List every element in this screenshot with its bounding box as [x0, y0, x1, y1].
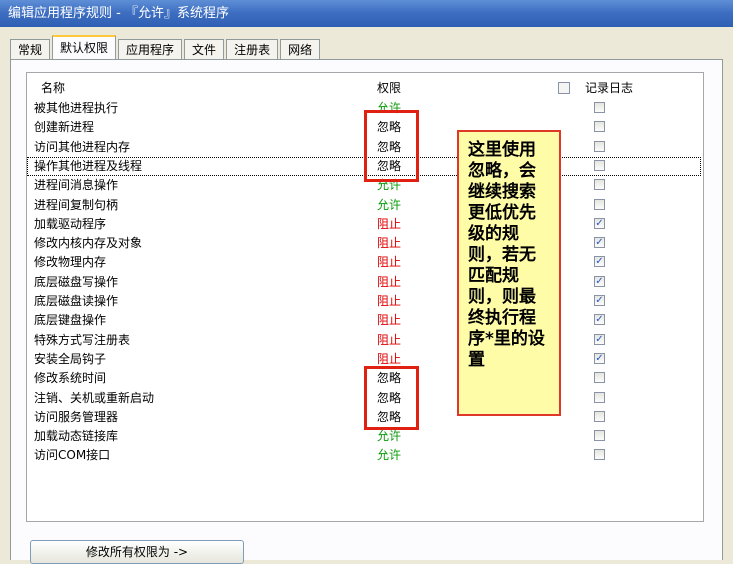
row-permission[interactable]: 阻止 — [377, 253, 401, 272]
row-name: 加载驱动程序 — [34, 216, 107, 231]
log-checkbox[interactable] — [594, 430, 605, 442]
row-name: 特殊方式写注册表 — [34, 332, 131, 347]
row-permission[interactable]: 阻止 — [377, 292, 401, 311]
row-name: 底层键盘操作 — [34, 313, 107, 328]
log-checkbox[interactable]: ✓ — [594, 275, 605, 287]
row-name: 操作其他进程及线程 — [34, 158, 143, 173]
tab-registry[interactable]: 注册表 — [226, 39, 279, 60]
list-row[interactable]: 访问COM接口 允许 — [27, 446, 701, 465]
row-name: 进程间消息操作 — [34, 178, 119, 193]
annotation-note: 这里使用忽略，会继续搜索更低优先级的规则，若无匹配规则，则最终执行程序*里的设置 — [457, 130, 561, 416]
row-name: 修改系统时间 — [34, 371, 107, 386]
tab-strip: 常规 默认权限 应用程序 文件 注册表 网络 — [10, 35, 322, 60]
row-name: 访问COM接口 — [34, 448, 111, 463]
row-name: 被其他进程执行 — [34, 101, 119, 115]
column-header-log[interactable]: 记录日志 — [585, 79, 633, 97]
log-checkbox[interactable] — [594, 372, 605, 384]
row-name: 进程间复制句柄 — [34, 197, 119, 212]
log-checkbox[interactable] — [594, 449, 605, 461]
log-checkbox[interactable] — [594, 102, 605, 113]
column-header-permission[interactable]: 权限 — [377, 79, 401, 97]
tab-general[interactable]: 常规 — [10, 39, 51, 60]
log-all-checkbox[interactable] — [558, 82, 570, 94]
row-name: 修改内核内存及对象 — [34, 236, 143, 251]
row-name: 创建新进程 — [34, 120, 95, 135]
row-name: 加载动态链接库 — [34, 429, 119, 444]
log-checkbox[interactable]: ✓ — [594, 256, 605, 268]
log-checkbox[interactable]: ✓ — [594, 314, 605, 326]
row-permission[interactable]: 阻止 — [377, 311, 401, 330]
log-checkbox[interactable]: ✓ — [594, 295, 605, 306]
row-permission[interactable]: 允许 — [377, 446, 401, 465]
log-checkbox[interactable] — [594, 410, 605, 422]
row-name: 修改物理内存 — [34, 255, 107, 270]
column-header-name[interactable]: 名称 — [41, 79, 65, 97]
list-row[interactable]: 底层磁盘读操作 阻止 ✓ — [27, 292, 701, 311]
log-checkbox[interactable]: ✓ — [594, 352, 605, 364]
log-checkbox[interactable] — [594, 159, 605, 171]
highlight-box-top — [364, 110, 419, 182]
log-checkbox[interactable] — [594, 391, 605, 403]
row-name: 访问其他进程内存 — [34, 139, 131, 154]
highlight-box-bottom — [364, 366, 419, 430]
modify-all-permissions-button[interactable]: 修改所有权限为 -> — [30, 540, 244, 564]
log-checkbox[interactable] — [594, 179, 605, 191]
row-permission[interactable]: 阻止 — [377, 331, 401, 350]
tab-network[interactable]: 网络 — [280, 39, 321, 60]
list-row[interactable]: 特殊方式写注册表 阻止 ✓ — [27, 331, 701, 350]
log-checkbox[interactable]: ✓ — [594, 217, 605, 229]
row-name: 底层磁盘读操作 — [34, 294, 119, 308]
tab-default-permissions[interactable]: 默认权限 — [52, 35, 117, 60]
row-permission[interactable]: 阻止 — [377, 215, 401, 234]
row-permission[interactable]: 阻止 — [377, 273, 401, 292]
row-name: 访问服务管理器 — [34, 409, 119, 424]
list-row[interactable]: 底层键盘操作 阻止 ✓ — [27, 311, 701, 330]
window-title: 编辑应用程序规则 - 『允许』系统程序 — [0, 0, 733, 27]
row-permission[interactable]: 阻止 — [377, 234, 401, 253]
log-checkbox[interactable]: ✓ — [594, 333, 605, 345]
list-row[interactable]: 底层磁盘写操作 阻止 ✓ — [27, 273, 701, 292]
tab-files[interactable]: 文件 — [184, 39, 225, 60]
list-row[interactable]: 加载驱动程序 阻止 ✓ — [27, 215, 701, 234]
list-row[interactable]: 修改物理内存 阻止 ✓ — [27, 253, 701, 272]
log-checkbox[interactable] — [594, 198, 605, 210]
row-name: 底层磁盘写操作 — [34, 274, 119, 289]
log-checkbox[interactable] — [594, 121, 605, 133]
tab-applications[interactable]: 应用程序 — [118, 39, 183, 60]
row-name: 安装全局钩子 — [34, 351, 107, 366]
list-row[interactable]: 进程间复制句柄 允许 — [27, 196, 701, 215]
log-checkbox[interactable]: ✓ — [594, 237, 605, 249]
log-checkbox[interactable] — [594, 140, 605, 152]
list-row[interactable]: 修改内核内存及对象 阻止 ✓ — [27, 234, 701, 253]
row-permission[interactable]: 允许 — [377, 196, 401, 215]
row-name: 注销、关机或重新启动 — [34, 390, 155, 405]
